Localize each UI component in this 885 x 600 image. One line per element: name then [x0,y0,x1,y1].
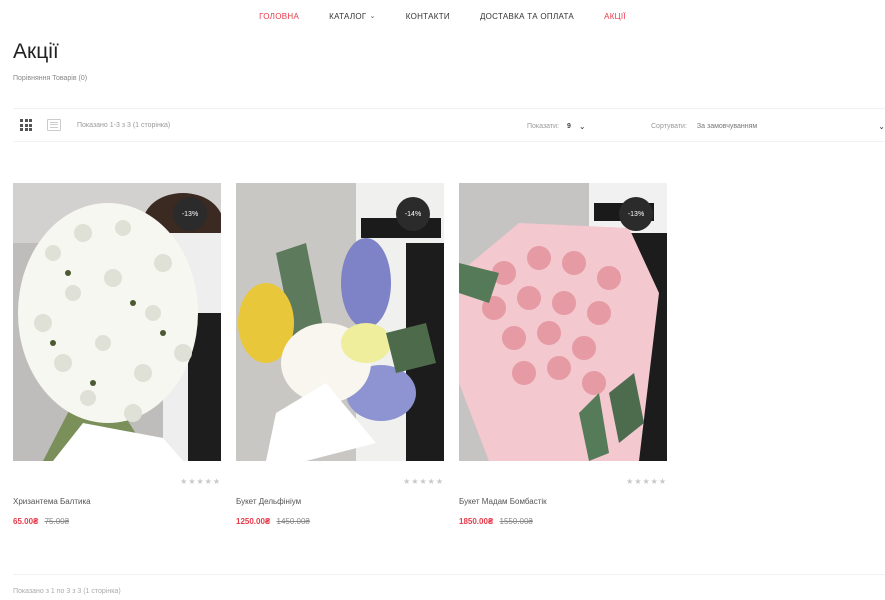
chevron-down-icon: ⌄ [878,121,885,131]
price-old: 1450.00₴ [276,517,310,526]
sort-label: Сортувати: [651,122,687,130]
price-old: 1550.00₴ [499,517,533,526]
per-page-label: Показати: [527,122,559,130]
star-rating: ★★★★★ [403,477,444,486]
grid-view-icon[interactable] [19,118,33,132]
product-price: 1850.00₴ 1550.00₴ [459,517,533,526]
chevron-down-icon: ⌄ [578,121,586,131]
nav-item-delivery[interactable]: ДОСТАВКА ТА ОПЛАТА [480,12,574,21]
product-name[interactable]: Букет Мадам Бомбастік [459,497,547,506]
sort-value: За замовчуванням [696,122,758,130]
nav-item-label: КОНТАКТИ [405,11,450,21]
price-current: 1850.00₴ [459,517,494,526]
price-old: 75.00₴ [44,517,70,526]
nav-item-home[interactable]: ГОЛОВНА [259,12,299,21]
price-current: 65.00₴ [13,517,39,526]
product-name[interactable]: Букет Дельфініум [236,497,301,506]
product-image[interactable]: -13% [459,183,667,461]
nav-item-label: КАТАЛОГ [329,11,367,21]
nav-item-contacts[interactable]: КОНТАКТИ [406,12,450,21]
sort-select[interactable]: Сортувати: За замовчуванням ⌄ [651,109,885,143]
price-current: 1250.00₴ [236,517,271,526]
star-rating: ★★★★★ [626,477,667,486]
discount-badge: -13% [173,197,207,231]
nav-item-sales[interactable]: АКЦІЇ [604,12,626,21]
product-price: 65.00₴ 75.00₴ [13,517,69,526]
discount-badge: -13% [619,197,653,231]
product-card[interactable]: -13% ★★★★★ Букет Мадам Бомбастік 1850.00… [459,183,667,526]
product-card[interactable]: -14% ★★★★★ Букет Дельфініум 1250.00₴ 145… [236,183,444,526]
list-view-icon[interactable] [47,119,61,131]
results-count-bottom: Показано з 1 по 3 з 3 (1 сторінка) [13,588,121,595]
results-count: Показано 1-3 з 3 (1 сторінка) [77,121,171,129]
divider [13,574,885,575]
nav-item-label: ГОЛОВНА [259,11,300,21]
nav-item-label: АКЦІЇ [604,11,626,21]
product-card[interactable]: -13% ★★★★★ Хризантема Балтика 65.00₴ 75.… [13,183,221,526]
per-page-value: 9 [566,122,571,130]
chevron-down-icon: ⌄ [369,13,376,20]
star-rating: ★★★★★ [180,477,221,486]
compare-link[interactable]: Порівняння Товарів (0) [13,75,87,82]
product-name[interactable]: Хризантема Балтика [13,497,91,506]
nav-item-label: ДОСТАВКА ТА ОПЛАТА [479,11,575,21]
main-nav: ГОЛОВНА КАТАЛОГ ⌄ КОНТАКТИ ДОСТАВКА ТА ОП… [0,0,885,32]
nav-item-catalog[interactable]: КАТАЛОГ ⌄ [329,12,376,21]
per-page-select[interactable]: Показати: 9 ⌄ [527,109,586,143]
product-image[interactable]: -14% [236,183,444,461]
product-price: 1250.00₴ 1450.00₴ [236,517,310,526]
discount-badge: -14% [396,197,430,231]
page-title: Акції [13,40,59,63]
product-toolbar: Показано 1-3 з 3 (1 сторінка) Показати: … [13,108,885,142]
product-image[interactable]: -13% [13,183,221,461]
